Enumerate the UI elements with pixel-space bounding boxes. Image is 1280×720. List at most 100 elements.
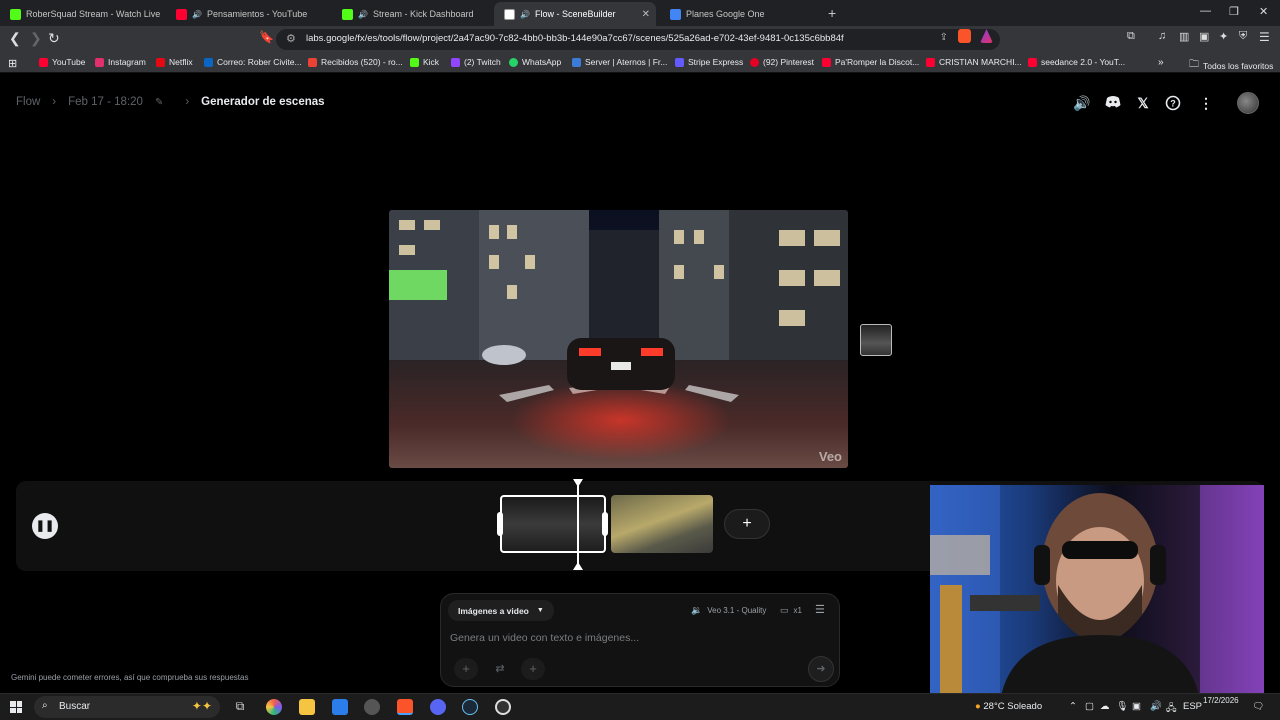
unity-icon[interactable] [364,699,380,715]
url-text[interactable]: labs.google/fx/es/tools/flow/project/2a4… [306,33,844,44]
tab-google-one[interactable]: Planes Google One [660,2,824,26]
pencil-icon[interactable]: ✎ [155,97,163,108]
playhead[interactable] [577,481,579,569]
task-view-icon[interactable]: ⧉ [232,699,248,715]
bookmark-item[interactable]: WhatsApp [509,57,561,67]
brave-shields-icon[interactable] [958,29,971,43]
scene-thumbnail[interactable] [860,324,892,356]
bookmark-item[interactable]: CRISTIAN MARCHI... [926,57,1022,67]
weather-widget[interactable]: ● 28°C Soleado [975,701,1042,712]
back-icon[interactable]: ❮ [9,30,21,47]
flow-icon [504,8,515,20]
add-end-image-button[interactable]: + [521,658,545,680]
restore-icon[interactable]: ❐ [1229,5,1239,18]
bookmark-label: YouTube [52,57,86,67]
volume-icon[interactable]: 🔊 [1073,95,1090,111]
prompt-input[interactable] [450,630,820,646]
timeline-clip-2[interactable] [611,495,713,553]
tray-app-icon[interactable]: ▢ [1085,701,1094,712]
obs-icon[interactable] [495,699,511,715]
all-bookmarks-button[interactable]: 🗀 Todos los favoritos [1189,57,1273,74]
bookmark-item[interactable]: Stripe Express [675,57,743,67]
vpn-icon[interactable]: ⛨ [1239,30,1247,43]
sidebar-icon[interactable]: ▥ [1179,30,1189,43]
output-count-selector[interactable]: ▭ x1 [780,605,802,616]
bookmark-item[interactable]: Netflix [156,57,193,67]
tab-kick-dashboard[interactable]: 🔊 Stream - Kick Dashboard [332,2,496,26]
close-tab-icon[interactable]: ✕ [642,9,650,20]
bookmark-item[interactable]: Correo: Rober Civite... [204,57,302,67]
bookmark-item[interactable]: YouTube [39,57,85,67]
new-tab-button[interactable]: + [828,5,836,21]
tab-flow-scenebuilder[interactable]: 🔊 Flow - SceneBuilder ✕ [494,2,656,26]
bookmark-item[interactable]: Pa'Romper la Discot... [822,57,919,67]
apps-grid-icon[interactable]: ⊞ [8,57,17,70]
tab-robersquad[interactable]: RoberSquad Stream - Watch Live [0,2,164,26]
language-indicator[interactable]: ESP [1183,701,1202,712]
wallet-icon[interactable]: ▣ [1199,30,1209,43]
system-clock[interactable]: 17/2/2026 [1203,695,1239,707]
leo-ai-icon[interactable]: ✦ [1219,30,1228,43]
onedrive-icon[interactable]: ☁ [1100,701,1110,712]
steam-icon[interactable] [462,699,478,715]
media-icon[interactable]: ♫ [1158,30,1166,42]
tray-overflow-icon[interactable]: ⌃ [1069,701,1077,712]
bookmark-item[interactable]: Recibidos (520) - ro... [308,57,403,67]
timeline-clip-1[interactable] [500,495,606,553]
microphone-icon[interactable]: 🎙 [1116,701,1128,712]
swap-icon[interactable]: ⇄ [488,658,512,680]
taskbar-search[interactable]: ⌕ Buscar ✦✦ [34,696,220,718]
whatsapp-icon [509,57,518,67]
google-one-icon [670,8,681,20]
volume-tray-icon[interactable]: 🔊 [1150,701,1162,712]
bookmark-icon[interactable]: 🔖 [259,30,274,44]
forward-icon[interactable]: ❯ [30,30,42,47]
bookmark-item[interactable]: Instagram [95,57,146,67]
discord-icon[interactable] [1105,95,1121,111]
discord-taskbar-icon[interactable] [430,699,446,715]
send-button[interactable]: ➜ [808,656,834,682]
search-label: Buscar [59,701,91,712]
network-icon[interactable]: 🖧 [1166,701,1177,717]
bookmark-item[interactable]: (92) Pinterest [750,57,814,67]
tune-icon[interactable]: ☰ [815,603,825,616]
menu-icon[interactable]: ☰ [1259,30,1270,44]
more-vert-icon[interactable]: ⋮ [1198,95,1214,111]
file-explorer-icon[interactable] [299,699,315,715]
breadcrumb-project[interactable]: Feb 17 - 18:20 [68,96,143,108]
playhead-top-marker[interactable] [573,479,583,487]
add-clip-button[interactable]: + [724,509,770,539]
screenshot-icon[interactable]: ⧉ [1127,30,1135,43]
add-image-button[interactable]: + [454,658,478,680]
bookmarks-overflow-icon[interactable]: » [1158,57,1164,68]
playhead-bottom-marker[interactable] [573,562,583,570]
bookmark-item[interactable]: Kick [410,57,439,67]
speaker-icon: 🔊 [520,9,530,19]
tray-app-icon[interactable]: ▣ [1132,701,1141,712]
mode-dropdown[interactable]: Imágenes a video ▼ [448,600,554,621]
minimize-icon[interactable]: — [1200,5,1211,17]
close-window-icon[interactable]: ✕ [1259,5,1268,18]
notifications-icon[interactable]: 🗨 [1252,701,1264,712]
reload-icon[interactable]: ↻ [48,30,60,47]
help-icon[interactable]: ? [1165,95,1181,111]
bookmark-item[interactable]: (2) Twitch [451,57,501,67]
address-bar[interactable]: ⚙ labs.google/fx/es/tools/flow/project/2… [276,29,1000,50]
bookmark-item[interactable]: seedance 2.0 - YouT... [1028,57,1125,67]
video-preview[interactable]: Veo [389,210,848,468]
avatar[interactable] [1237,92,1259,114]
brave-icon[interactable] [397,699,413,715]
clip-trim-handle-left[interactable] [497,512,503,536]
breadcrumb-app[interactable]: Flow [16,96,40,108]
x-icon[interactable]: 𝕏 [1135,95,1151,111]
site-info-icon[interactable]: ⚙ [286,32,296,45]
windows-start-icon[interactable] [10,701,22,713]
copilot-icon[interactable] [266,699,282,715]
clip-trim-handle-right[interactable] [602,512,608,536]
bookmark-item[interactable]: Server | Aternos | Fr... [572,57,667,67]
pause-button[interactable]: ❚❚ [32,513,58,539]
model-selector[interactable]: 🔉 Veo 3.1 - Quality [691,605,766,616]
share-icon[interactable]: ⇪ [940,32,948,43]
store-icon[interactable] [332,699,348,715]
tab-pensamientos[interactable]: 🔊 Pensamientos - YouTube [166,2,330,26]
